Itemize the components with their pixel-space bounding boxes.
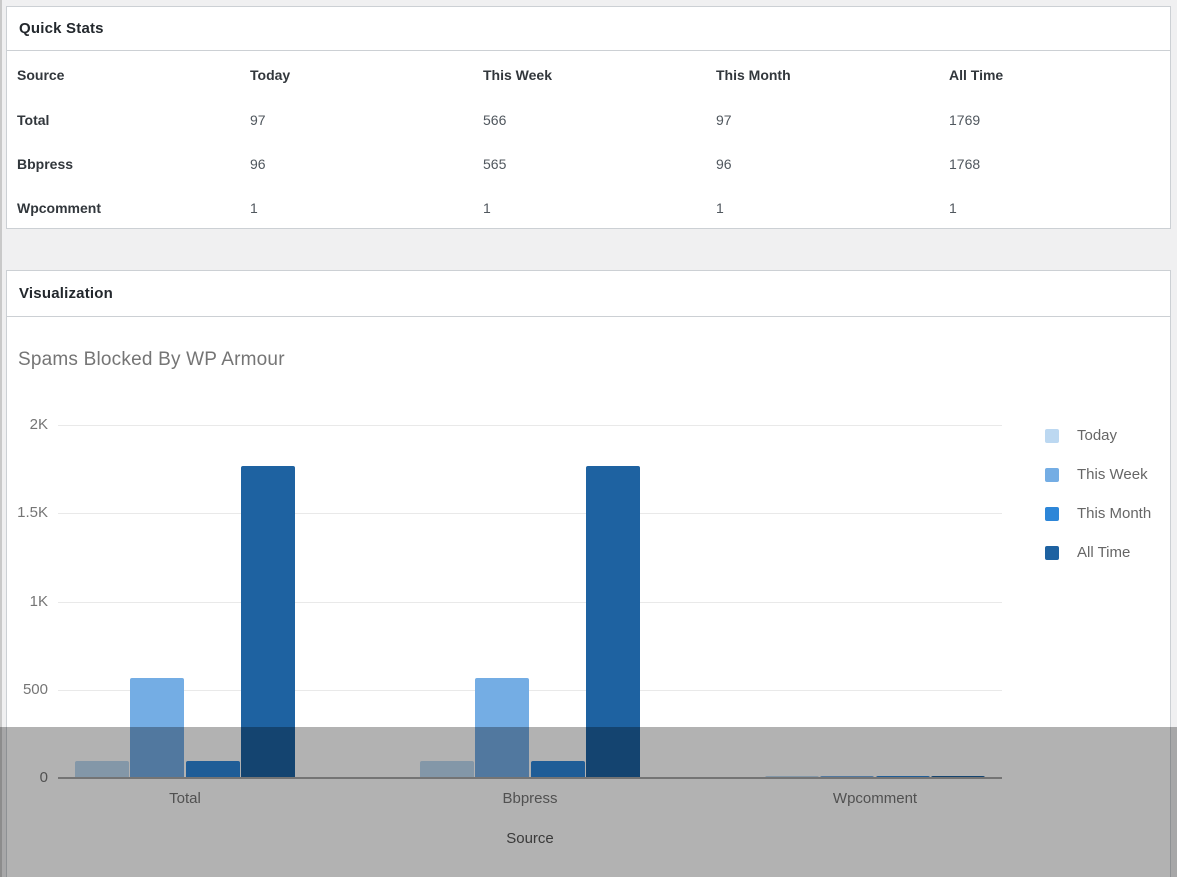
- cell-bbpress-all-time: 1768: [939, 142, 1172, 186]
- legend-label: Today: [1077, 427, 1117, 444]
- visualization-title: Visualization: [19, 285, 113, 302]
- table-row-wpcomment: Wpcomment 1 1 1 1: [7, 186, 1172, 230]
- cell-bbpress-this-week: 565: [473, 142, 706, 186]
- cell-wpcomment-today: 1: [240, 186, 473, 230]
- y-axis-tick-1.5k: 1.5K: [7, 504, 48, 522]
- table-row-bbpress: Bbpress 96 565 96 1768: [7, 142, 1172, 186]
- row-label-bbpress: Bbpress: [7, 142, 240, 186]
- chart-legend: Today This Week This Month All Time: [1045, 416, 1151, 572]
- cell-wpcomment-this-month: 1: [706, 186, 939, 230]
- cell-bbpress-this-month: 96: [706, 142, 939, 186]
- dim-overlay: [0, 727, 1177, 877]
- legend-item-this-week[interactable]: This Week: [1045, 455, 1151, 494]
- cell-total-today: 97: [240, 98, 473, 142]
- legend-item-today[interactable]: Today: [1045, 416, 1151, 455]
- gridline-1k: [58, 602, 1002, 603]
- legend-label: This Month: [1077, 505, 1151, 522]
- visualization-panel-header: Visualization: [7, 271, 1170, 317]
- legend-item-all-time[interactable]: All Time: [1045, 533, 1151, 572]
- column-header-this-week: This Week: [473, 51, 706, 98]
- column-header-all-time: All Time: [939, 51, 1172, 98]
- table-row-total: Total 97 566 97 1769: [7, 98, 1172, 142]
- legend-label: This Week: [1077, 466, 1148, 483]
- quick-stats-title: Quick Stats: [19, 20, 104, 37]
- row-label-wpcomment: Wpcomment: [7, 186, 240, 230]
- gridline-2k: [58, 425, 1002, 426]
- cell-bbpress-today: 96: [240, 142, 473, 186]
- legend-swatch-icon: [1045, 546, 1059, 560]
- quick-stats-panel-header: Quick Stats: [7, 7, 1170, 51]
- y-axis-tick-500: 500: [7, 681, 48, 699]
- gridline-500: [58, 690, 1002, 691]
- legend-swatch-icon: [1045, 468, 1059, 482]
- column-header-this-month: This Month: [706, 51, 939, 98]
- wp-armour-stats-page: Quick Stats Source Today This Week This …: [0, 0, 1177, 877]
- legend-item-this-month[interactable]: This Month: [1045, 494, 1151, 533]
- quick-stats-panel: Quick Stats Source Today This Week This …: [6, 6, 1171, 229]
- legend-label: All Time: [1077, 544, 1130, 561]
- legend-swatch-icon: [1045, 507, 1059, 521]
- cell-total-this-month: 97: [706, 98, 939, 142]
- row-label-total: Total: [7, 98, 240, 142]
- quick-stats-table: Source Today This Week This Month All Ti…: [7, 51, 1172, 230]
- legend-swatch-icon: [1045, 429, 1059, 443]
- gridline-1.5k: [58, 513, 1002, 514]
- table-header-row: Source Today This Week This Month All Ti…: [7, 51, 1172, 98]
- column-header-today: Today: [240, 51, 473, 98]
- y-axis-tick-2k: 2K: [7, 416, 48, 434]
- cell-wpcomment-this-week: 1: [473, 186, 706, 230]
- cell-wpcomment-all-time: 1: [939, 186, 1172, 230]
- cell-total-this-week: 566: [473, 98, 706, 142]
- y-axis-tick-1k: 1K: [7, 593, 48, 611]
- chart-title: Spams Blocked By WP Armour: [18, 349, 285, 371]
- cell-total-all-time: 1769: [939, 98, 1172, 142]
- column-header-source: Source: [7, 51, 240, 98]
